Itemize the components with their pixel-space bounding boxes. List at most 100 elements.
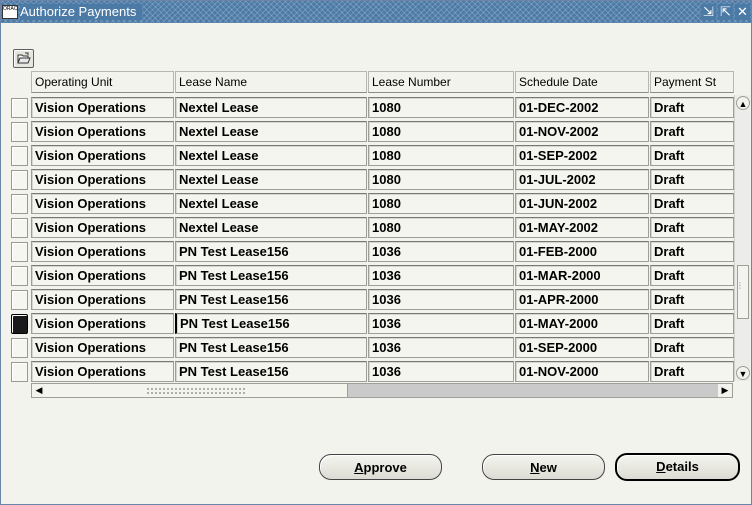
table-row[interactable]: Vision Operations PN Test Lease156 1036 01-… bbox=[11, 335, 741, 359]
cell-payment-status[interactable]: Draft bbox=[650, 121, 734, 142]
cell-operating-unit[interactable]: Vision Operations bbox=[31, 313, 174, 334]
close-icon[interactable]: ✕ bbox=[735, 4, 750, 20]
table-row[interactable]: Vision Operations PN Test Lease156 1036 01-… bbox=[11, 263, 741, 287]
table-row[interactable]: Vision Operations PN Test Lease156 1036 01-… bbox=[11, 239, 741, 263]
table-row[interactable]: Vision Operations PN Test Lease156 1036 01-… bbox=[11, 359, 741, 383]
table-row[interactable]: Vision Operations Nextel Lease 1080 01-NOV-… bbox=[11, 119, 741, 143]
cell-lease-name[interactable]: Nextel Lease bbox=[175, 145, 367, 166]
cell-lease-name[interactable]: PN Test Lease156 bbox=[175, 265, 367, 286]
table-row[interactable]: Vision Operations Nextel Lease 1080 01-MAY-… bbox=[11, 215, 741, 239]
row-selector[interactable] bbox=[11, 242, 28, 262]
cell-payment-status[interactable]: Draft bbox=[650, 337, 734, 358]
scroll-down-icon[interactable]: ▼ bbox=[736, 366, 750, 380]
cell-lease-number[interactable]: 1036 bbox=[368, 313, 514, 334]
cell-schedule-date[interactable]: 01-NOV-2000 bbox=[515, 361, 649, 382]
row-selector[interactable] bbox=[11, 194, 28, 214]
table-row[interactable]: Vision Operations PN Test Lease156 1036 01-… bbox=[11, 311, 741, 335]
cell-payment-status[interactable]: Draft bbox=[650, 97, 734, 118]
cell-lease-number[interactable]: 1080 bbox=[368, 169, 514, 190]
row-selector[interactable] bbox=[11, 266, 28, 286]
approve-button[interactable]: Approve bbox=[319, 454, 442, 480]
cell-operating-unit[interactable]: Vision Operations bbox=[31, 265, 174, 286]
cell-lease-number[interactable]: 1080 bbox=[368, 217, 514, 238]
cell-operating-unit[interactable]: Vision Operations bbox=[31, 169, 174, 190]
cell-schedule-date[interactable]: 01-MAY-2000 bbox=[515, 313, 649, 334]
details-button[interactable]: Details bbox=[615, 453, 740, 481]
cell-payment-status[interactable]: Draft bbox=[650, 313, 734, 334]
cell-operating-unit[interactable]: Vision Operations bbox=[31, 217, 174, 238]
table-row[interactable]: Vision Operations Nextel Lease 1080 01-DEC-… bbox=[11, 95, 741, 119]
cell-payment-status[interactable]: Draft bbox=[650, 169, 734, 190]
cell-lease-name[interactable]: Nextel Lease bbox=[175, 121, 367, 142]
cell-schedule-date[interactable]: 01-SEP-2000 bbox=[515, 337, 649, 358]
cell-lease-name[interactable]: Nextel Lease bbox=[175, 97, 367, 118]
cell-lease-number[interactable]: 1080 bbox=[368, 121, 514, 142]
scroll-left-icon[interactable]: ◀ bbox=[32, 384, 46, 397]
cell-lease-number[interactable]: 1036 bbox=[368, 337, 514, 358]
cell-lease-number[interactable]: 1036 bbox=[368, 241, 514, 262]
cell-schedule-date[interactable]: 01-JUL-2002 bbox=[515, 169, 649, 190]
table-row[interactable]: Vision Operations Nextel Lease 1080 01-JUL-… bbox=[11, 167, 741, 191]
cell-lease-name[interactable]: PN Test Lease156 bbox=[175, 313, 367, 334]
cell-payment-status[interactable]: Draft bbox=[650, 241, 734, 262]
cell-payment-status[interactable]: Draft bbox=[650, 289, 734, 310]
scroll-right-icon[interactable]: ▶ bbox=[718, 384, 732, 397]
cell-operating-unit[interactable]: Vision Operations bbox=[31, 241, 174, 262]
cell-schedule-date[interactable]: 01-MAY-2002 bbox=[515, 217, 649, 238]
cell-lease-number[interactable]: 1036 bbox=[368, 289, 514, 310]
column-header-schedule-date[interactable]: Schedule Date bbox=[515, 71, 649, 93]
table-row[interactable]: Vision Operations PN Test Lease156 1036 01-… bbox=[11, 287, 741, 311]
minimize-icon[interactable]: ⇲ bbox=[701, 4, 716, 20]
cell-lease-name[interactable]: PN Test Lease156 bbox=[175, 337, 367, 358]
cell-schedule-date[interactable]: 01-APR-2000 bbox=[515, 289, 649, 310]
cell-schedule-date[interactable]: 01-FEB-2000 bbox=[515, 241, 649, 262]
maximize-icon[interactable]: ⇱ bbox=[718, 4, 733, 20]
cell-lease-number[interactable]: 1080 bbox=[368, 97, 514, 118]
new-button[interactable]: New bbox=[482, 454, 605, 480]
cell-schedule-date[interactable]: 01-NOV-2002 bbox=[515, 121, 649, 142]
cell-operating-unit[interactable]: Vision Operations bbox=[31, 193, 174, 214]
row-selector[interactable] bbox=[11, 362, 28, 382]
cell-operating-unit[interactable]: Vision Operations bbox=[31, 361, 174, 382]
cell-lease-name[interactable]: Nextel Lease bbox=[175, 193, 367, 214]
row-selector[interactable] bbox=[11, 170, 28, 190]
row-selector[interactable] bbox=[11, 218, 28, 238]
cell-lease-number[interactable]: 1080 bbox=[368, 145, 514, 166]
cell-operating-unit[interactable]: Vision Operations bbox=[31, 145, 174, 166]
cell-schedule-date[interactable]: 01-JUN-2002 bbox=[515, 193, 649, 214]
row-selector[interactable] bbox=[11, 122, 28, 142]
column-header-operating-unit[interactable]: Operating Unit bbox=[31, 71, 174, 93]
cell-schedule-date[interactable]: 01-MAR-2000 bbox=[515, 265, 649, 286]
cell-lease-name[interactable]: Nextel Lease bbox=[175, 217, 367, 238]
scroll-up-icon[interactable]: ▲ bbox=[736, 96, 750, 110]
cell-payment-status[interactable]: Draft bbox=[650, 145, 734, 166]
cell-payment-status[interactable]: Draft bbox=[650, 193, 734, 214]
row-selector[interactable] bbox=[11, 146, 28, 166]
column-header-payment-status[interactable]: Payment St bbox=[650, 71, 734, 93]
cell-schedule-date[interactable]: 01-SEP-2002 bbox=[515, 145, 649, 166]
column-header-lease-name[interactable]: Lease Name bbox=[175, 71, 367, 93]
resize-grip-icon[interactable]: ⋮ bbox=[736, 281, 744, 301]
cell-schedule-date[interactable]: 01-DEC-2002 bbox=[515, 97, 649, 118]
cell-lease-name[interactable]: Nextel Lease bbox=[175, 169, 367, 190]
table-row[interactable]: Vision Operations Nextel Lease 1080 01-SEP-… bbox=[11, 143, 741, 167]
title-bar[interactable]: ORACLE Authorize Payments ⇲ ⇱ ✕ bbox=[1, 1, 751, 23]
cell-operating-unit[interactable]: Vision Operations bbox=[31, 337, 174, 358]
cell-lease-name[interactable]: PN Test Lease156 bbox=[175, 361, 367, 382]
cell-payment-status[interactable]: Draft bbox=[650, 265, 734, 286]
cell-operating-unit[interactable]: Vision Operations bbox=[31, 97, 174, 118]
row-selector[interactable] bbox=[11, 338, 28, 358]
horizontal-scroll-thumb[interactable] bbox=[46, 384, 348, 397]
column-header-lease-number[interactable]: Lease Number bbox=[368, 71, 514, 93]
row-selector[interactable] bbox=[11, 314, 28, 334]
table-row[interactable]: Vision Operations Nextel Lease 1080 01-JUN-… bbox=[11, 191, 741, 215]
cell-payment-status[interactable]: Draft bbox=[650, 217, 734, 238]
cell-lease-number[interactable]: 1036 bbox=[368, 361, 514, 382]
vertical-scrollbar[interactable]: ▲ ▼ bbox=[734, 95, 750, 381]
horizontal-scrollbar[interactable]: ◀ ▶ bbox=[31, 383, 733, 398]
cell-operating-unit[interactable]: Vision Operations bbox=[31, 289, 174, 310]
cell-lease-number[interactable]: 1036 bbox=[368, 265, 514, 286]
folder-button[interactable] bbox=[13, 49, 34, 68]
cell-lease-name[interactable]: PN Test Lease156 bbox=[175, 289, 367, 310]
cell-lease-name[interactable]: PN Test Lease156 bbox=[175, 241, 367, 262]
